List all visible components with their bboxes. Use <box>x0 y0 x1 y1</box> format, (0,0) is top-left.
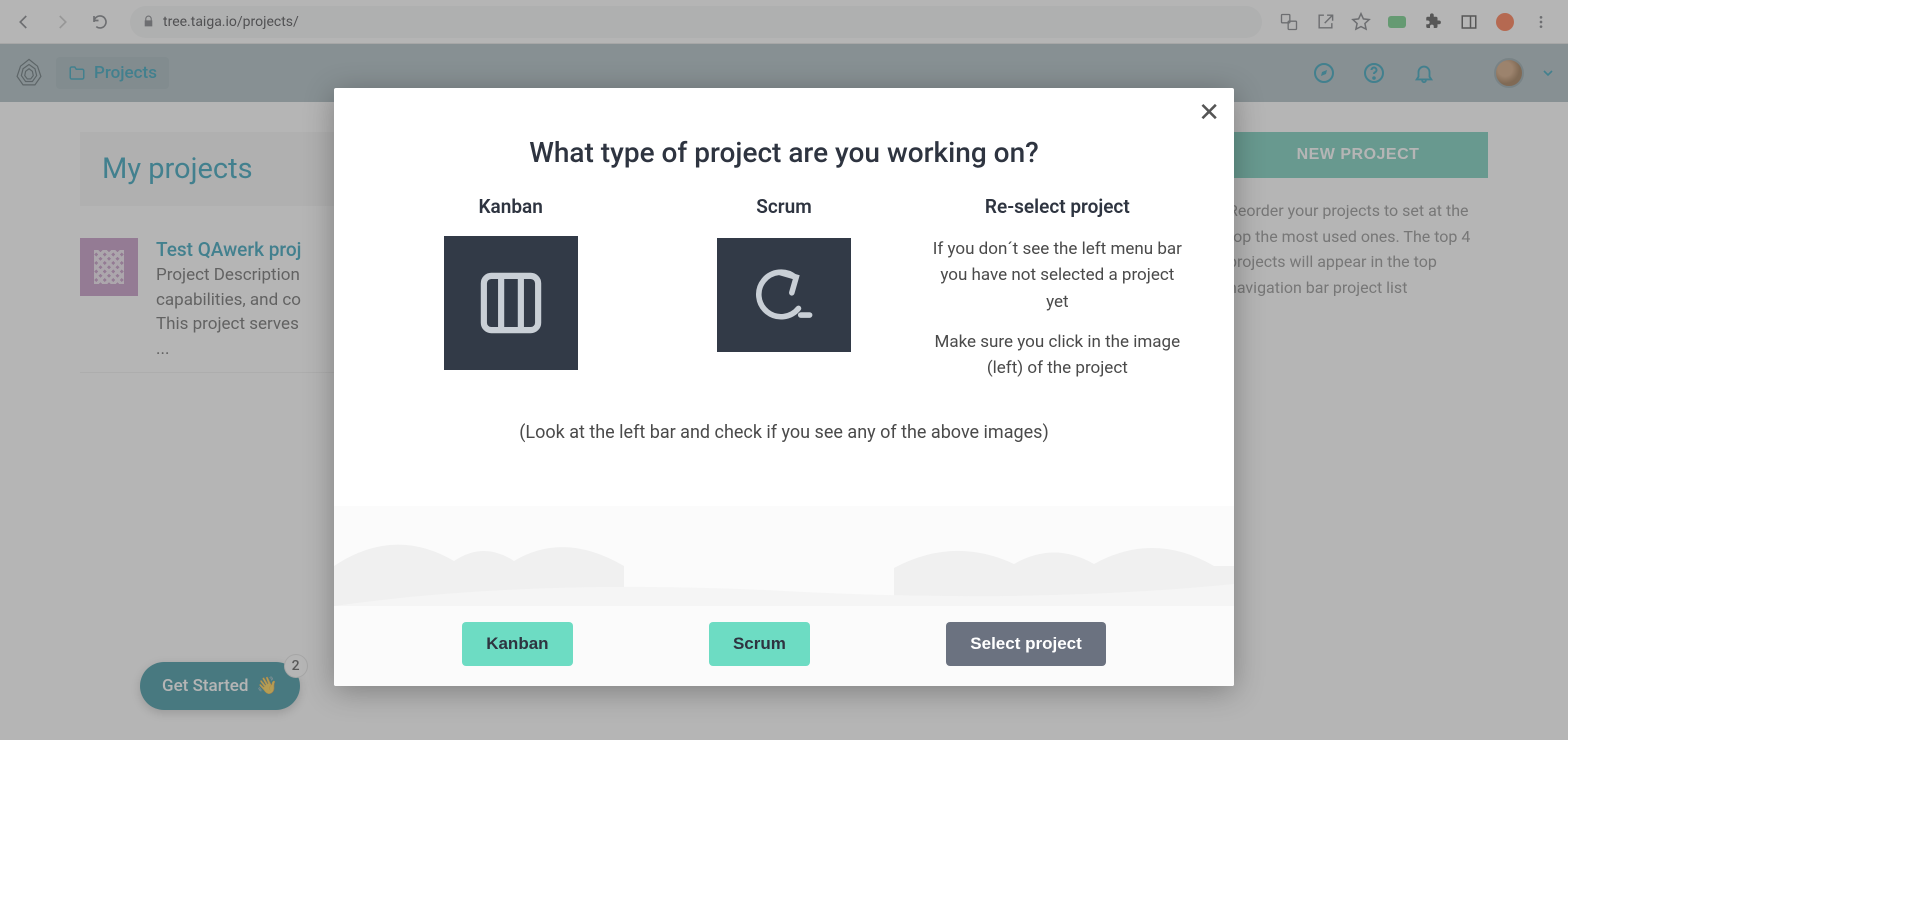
scrum-button[interactable]: Scrum <box>709 622 810 666</box>
kanban-column: Kanban <box>374 195 647 396</box>
modal-hint: (Look at the left bar and check if you s… <box>334 396 1234 461</box>
project-type-modal: ✕ What type of project are you working o… <box>334 88 1234 686</box>
hills-decoration-icon <box>334 506 1234 606</box>
modal-title: What type of project are you working on? <box>334 88 1234 195</box>
reselect-text-1: If you don´t see the left menu bar you h… <box>933 236 1182 315</box>
scrum-icon <box>717 238 851 352</box>
reselect-text-2: Make sure you click in the image (left) … <box>933 329 1182 382</box>
modal-overlay: ✕ What type of project are you working o… <box>0 0 1568 740</box>
scrum-column: Scrum <box>647 195 920 396</box>
select-project-button[interactable]: Select project <box>946 622 1106 666</box>
reselect-heading: Re-select project <box>933 195 1182 218</box>
kanban-icon <box>444 236 578 370</box>
modal-footer: Kanban Scrum Select project <box>334 506 1234 686</box>
kanban-heading: Kanban <box>386 195 635 218</box>
reselect-column: Re-select project If you don´t see the l… <box>921 195 1194 396</box>
kanban-button[interactable]: Kanban <box>462 622 572 666</box>
close-icon[interactable]: ✕ <box>1198 98 1220 128</box>
scrum-heading: Scrum <box>659 195 908 218</box>
